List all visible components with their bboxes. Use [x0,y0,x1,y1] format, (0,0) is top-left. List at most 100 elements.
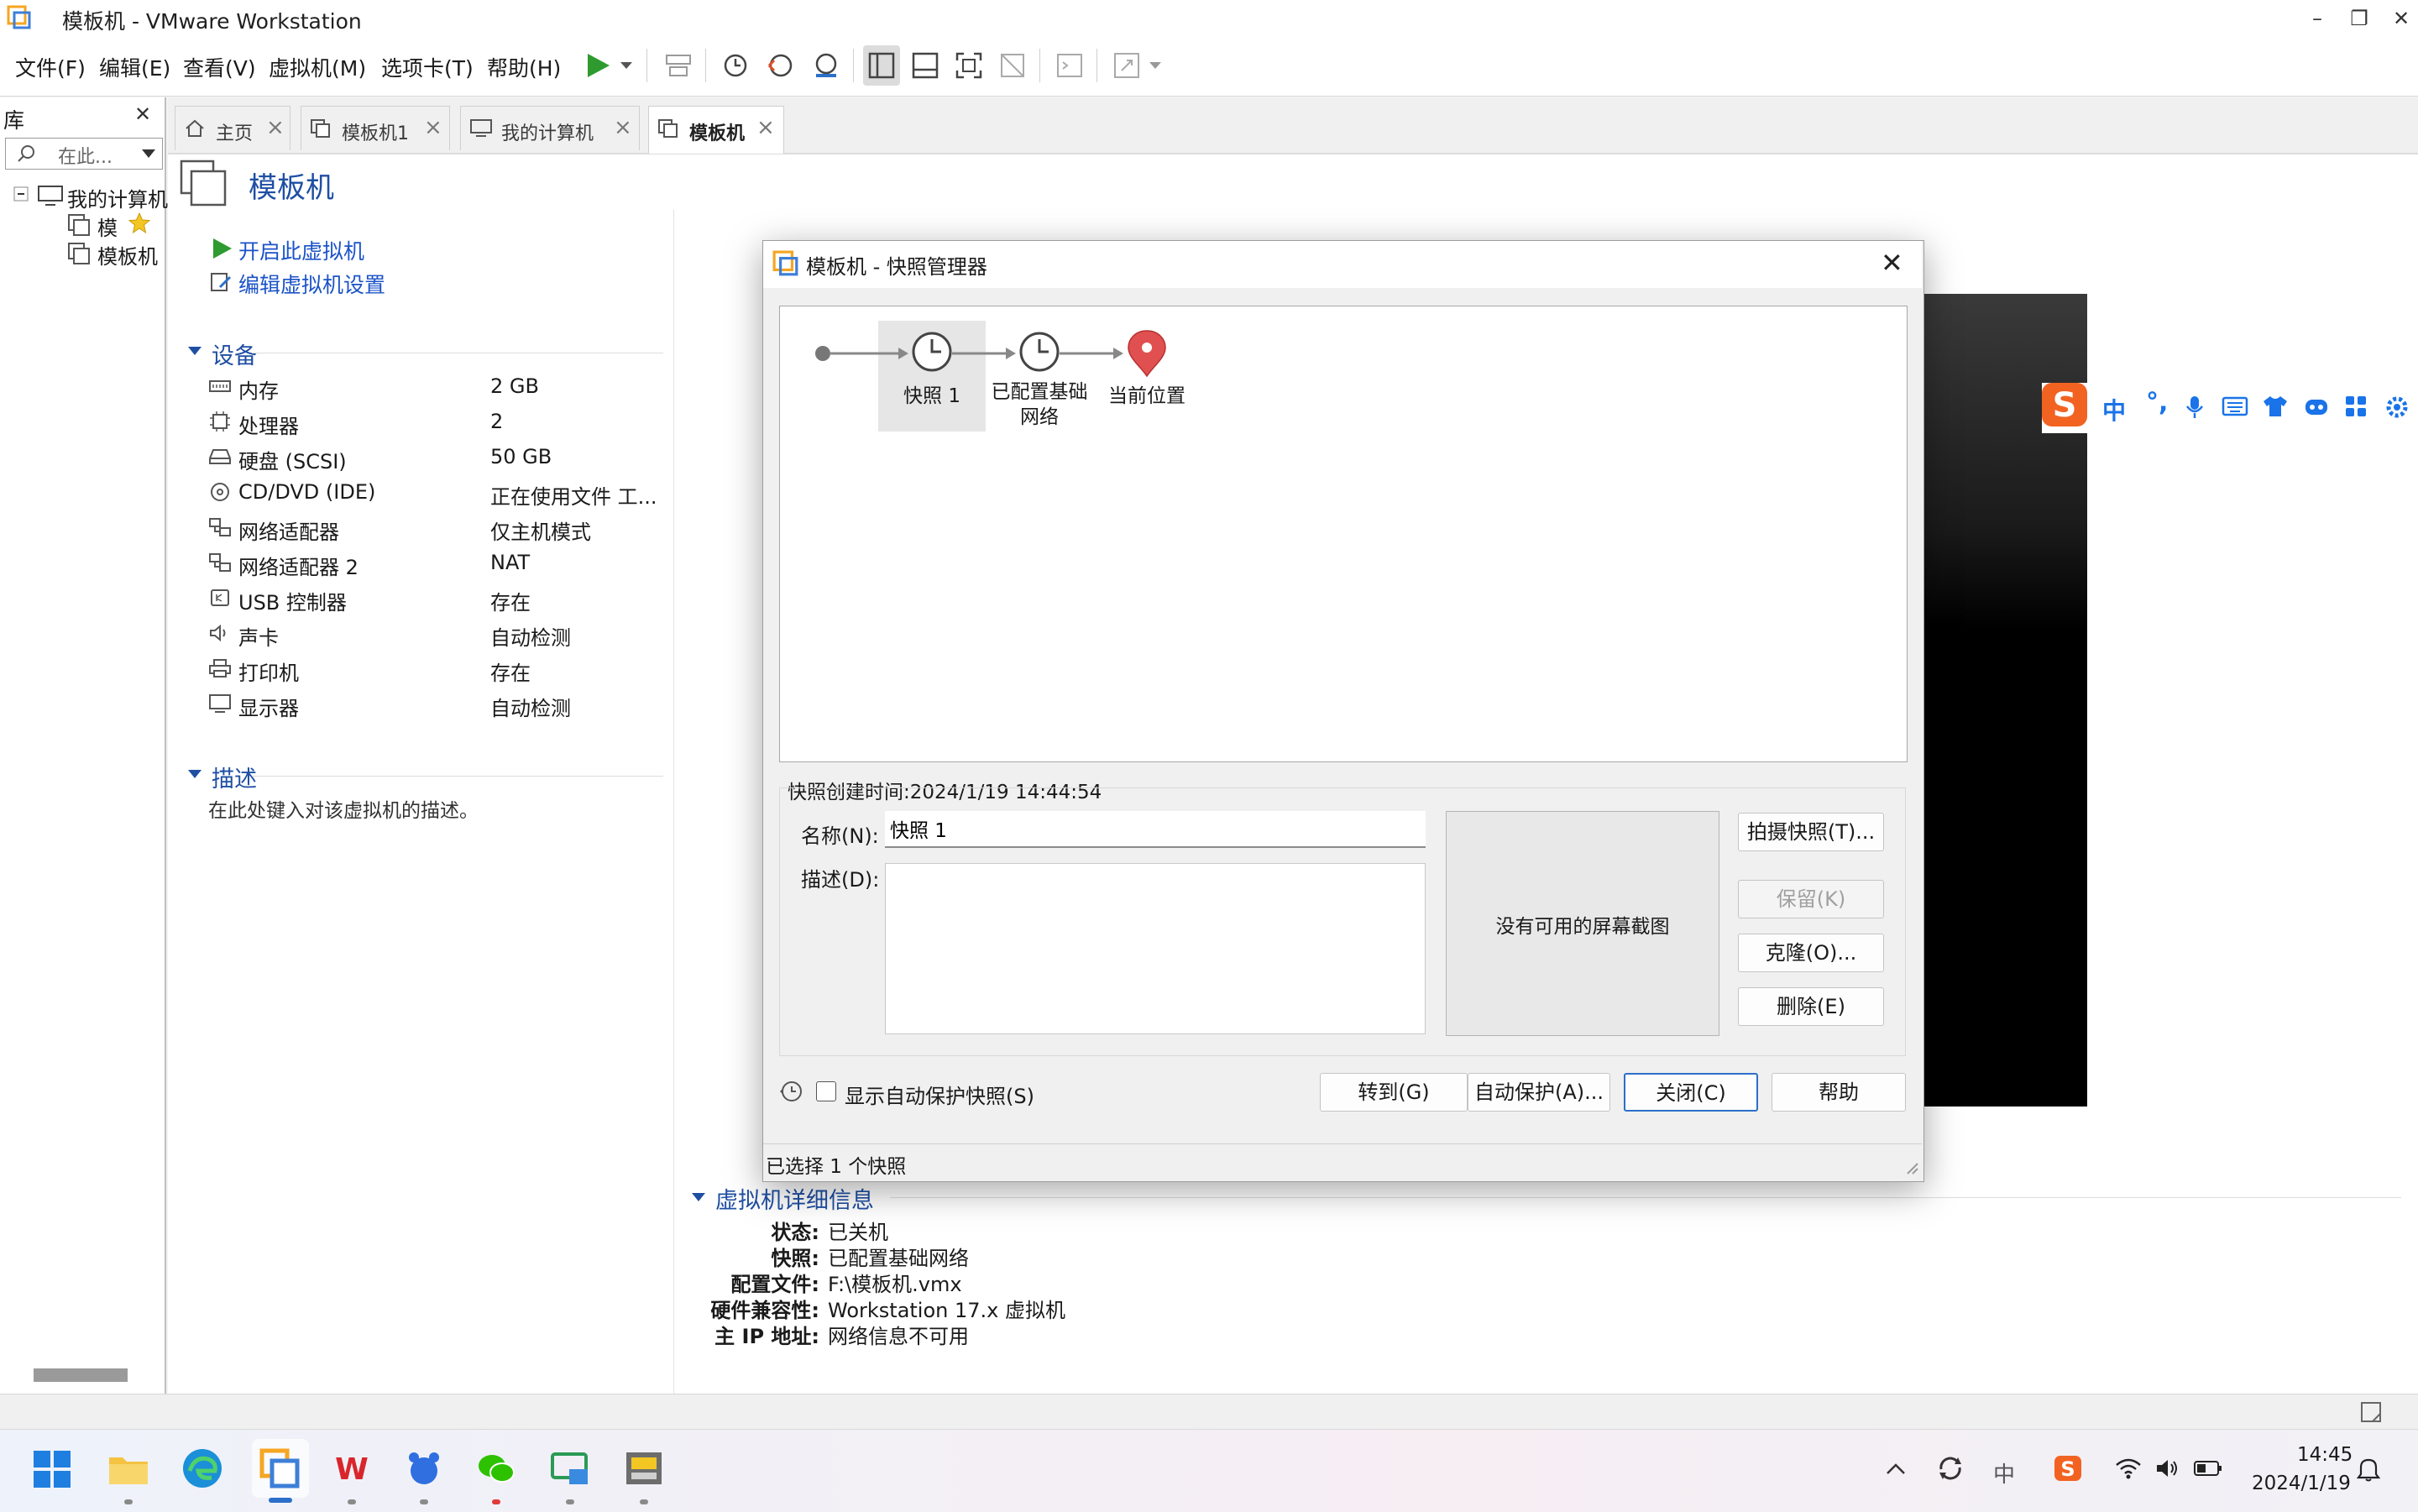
device-name[interactable]: 处理器 [238,410,299,439]
help-button[interactable]: 帮助 [1772,1073,1906,1112]
close-button[interactable]: 关闭(C) [1624,1073,1758,1112]
device-name[interactable]: 硬盘 (SCSI) [238,445,347,474]
windows-start-icon[interactable] [32,1449,72,1489]
tab-close-icon[interactable]: × [614,115,632,140]
chevron-down-icon[interactable] [140,147,157,160]
wifi-icon[interactable] [2114,1456,2143,1481]
snapshot-node-label[interactable]: 已配置基础 网络 [979,379,1100,430]
snapshot-take-icon[interactable] [717,47,754,84]
device-name[interactable]: 网络适配器 [238,515,339,545]
show-autoprotect-label[interactable]: 显示自动保护快照(S) [845,1080,1034,1109]
clock-date[interactable]: 2024/1/19 [2252,1473,2351,1494]
menu-help[interactable]: 帮助(H) [487,52,561,82]
message-log-icon[interactable] [2359,1400,2384,1424]
tab-close-icon[interactable]: × [756,115,775,140]
notification-bell-icon[interactable] [2356,1456,2381,1483]
snapshot-revert-icon[interactable] [762,47,799,84]
snapshot-manager-icon[interactable] [808,47,845,84]
full-screen-icon[interactable] [950,47,987,84]
vmware-taskbar-icon[interactable] [257,1446,302,1491]
edit-settings-link[interactable]: 编辑虚拟机设置 [238,269,385,299]
chevron-up-icon[interactable] [1884,1459,1908,1479]
resize-grip-icon[interactable] [1904,1160,1919,1175]
menu-vm[interactable]: 虚拟机(M) [269,52,366,82]
device-name[interactable]: 内存 [238,374,279,404]
send-keys-icon[interactable] [660,47,697,84]
menu-edit[interactable]: 编辑(E) [99,52,170,82]
stretch-icon[interactable] [1108,47,1145,84]
tab-home[interactable]: 主页 × [175,106,290,150]
disk-tool-icon[interactable] [621,1446,667,1491]
punctuation-icon[interactable]: °, [2146,388,2168,417]
remote-desktop-icon[interactable] [547,1446,593,1491]
toolbox-grid-icon[interactable] [2344,395,2368,418]
snapshot-description-textarea[interactable] [885,863,1426,1034]
description-section-title[interactable]: 描述 [212,761,257,793]
tree-item-vm[interactable]: 模 [97,212,118,241]
microphone-icon[interactable] [2183,395,2206,420]
collapse-arrow-icon[interactable] [186,767,203,781]
tree-item-vm-template[interactable]: 模板机 [97,240,161,269]
unity-icon[interactable] [994,47,1031,84]
tree-collapse-icon[interactable] [13,186,29,201]
thumbnail-bar-icon[interactable] [907,47,944,84]
console-icon[interactable] [1051,47,1088,84]
close-window-button[interactable]: ✕ [2376,3,2418,34]
ime-tray-indicator[interactable]: 中 [1993,1457,2015,1488]
device-name[interactable]: 打印机 [238,657,299,686]
tab-vm-active[interactable]: 模板机 × [648,106,784,154]
wps-office-icon[interactable]: W [329,1446,374,1491]
device-name[interactable]: 声卡 [238,621,279,651]
robot-icon[interactable] [2302,395,2331,418]
wechat-icon[interactable] [474,1446,519,1491]
snapshot-name-input[interactable] [885,811,1426,848]
library-search-input[interactable]: 在此... [5,138,163,170]
clone-button[interactable]: 克隆(O)... [1738,934,1884,972]
menu-tabs[interactable]: 选项卡(T) [381,52,474,82]
tab-close-icon[interactable]: × [424,115,442,140]
library-scrollbar[interactable] [34,1368,128,1382]
goto-button[interactable]: 转到(G) [1320,1073,1468,1112]
dialog-close-button[interactable]: ✕ [1881,247,1903,279]
current-location-label[interactable]: 当前位置 [1096,379,1197,408]
device-name[interactable]: CD/DVD (IDE) [238,480,375,504]
delete-button[interactable]: 删除(E) [1738,987,1884,1026]
tab-close-icon[interactable]: × [266,115,285,140]
details-section-title[interactable]: 虚拟机详细信息 [715,1182,874,1215]
power-on-icon[interactable] [581,47,618,84]
clock-time[interactable]: 14:45 [2297,1444,2353,1466]
tab-my-computer[interactable]: 我的计算机 × [460,106,640,150]
file-explorer-icon[interactable] [106,1446,151,1491]
device-name[interactable]: 网络适配器 2 [238,551,359,580]
chevron-down-icon[interactable] [1147,59,1164,72]
device-name[interactable]: USB 控制器 [238,586,347,615]
take-snapshot-button[interactable]: 拍摄快照(T)... [1738,813,1884,851]
tab-vm-1[interactable]: 模板机1 × [301,106,450,150]
settings-gear-icon[interactable] [2384,395,2410,420]
snapshot-node-label[interactable]: 快照 1 [878,379,986,408]
keyboard-icon[interactable] [2222,395,2248,418]
sogou-tray-icon[interactable]: S [2052,1452,2084,1484]
menu-file[interactable]: 文件(F) [15,52,86,82]
sync-icon[interactable] [1934,1452,1966,1484]
devices-section-title[interactable]: 设备 [212,337,257,370]
library-close-icon[interactable]: ✕ [134,102,151,126]
collapse-arrow-icon[interactable] [186,344,203,358]
show-autoprotect-checkbox[interactable] [816,1081,836,1101]
power-on-link[interactable]: 开启此虚拟机 [238,235,364,265]
menu-view[interactable]: 查看(V) [183,52,256,82]
show-library-icon[interactable] [863,47,900,84]
battery-icon[interactable] [2193,1459,2223,1478]
sogou-logo-icon[interactable]: S [2039,378,2092,432]
keep-button[interactable]: 保留(K) [1738,880,1884,918]
skin-shirt-icon[interactable] [2262,395,2289,418]
autoprotect-button[interactable]: 自动保护(A)... [1468,1073,1610,1112]
volume-icon[interactable] [2154,1456,2181,1481]
chevron-down-icon[interactable] [618,59,635,72]
ime-lang-indicator[interactable]: 中 [2102,393,2126,426]
description-placeholder[interactable]: 在此处键入对该虚拟机的描述。 [208,794,479,823]
device-name[interactable]: 显示器 [238,692,299,721]
baidu-netdisk-icon[interactable] [401,1446,447,1491]
edge-browser-icon[interactable] [180,1446,225,1491]
tree-item-my-computer[interactable]: 我的计算机 [67,183,168,212]
